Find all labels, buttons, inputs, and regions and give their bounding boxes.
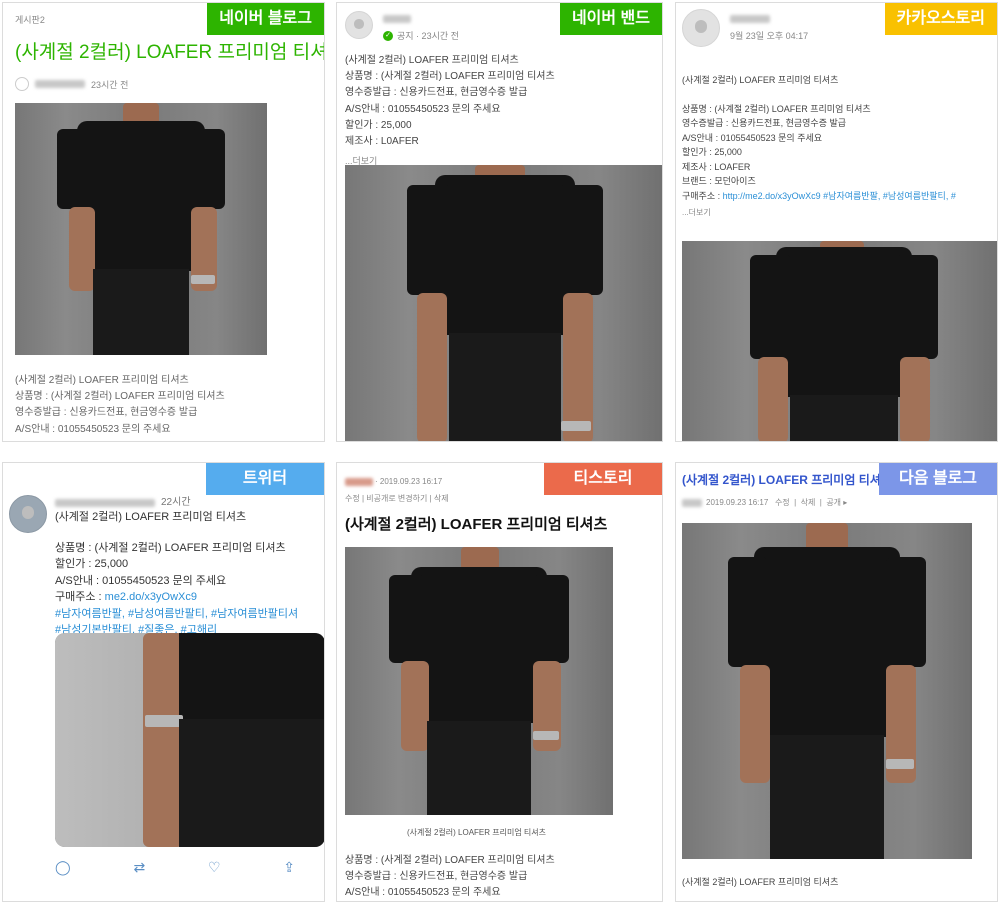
product-photo[interactable] bbox=[55, 633, 324, 847]
body-line: 할인가 : 25,000 bbox=[682, 147, 742, 158]
hashtags-line[interactable]: #남자여름반팔, #남성여름반팔티, #남자여름반팔티셔 bbox=[55, 606, 298, 623]
kakao-story-badge: 카카오스토리 bbox=[884, 3, 997, 35]
post-date: · 2019.09.23 16:17 bbox=[375, 477, 443, 486]
post-body: 상품명 : (사계절 2컬러) LOAFER 프리미엄 티셔츠 영수증발급 : … bbox=[345, 853, 555, 901]
twitter-panel: 트위터 22시간 (사계절 2컬러) LOAFER 프리미엄 티셔츠 상품명 :… bbox=[2, 462, 325, 902]
body-line: 제조사 : L0AFER bbox=[345, 135, 419, 147]
tistory-panel: 티스토리 · 2019.09.23 16:17 수정 | 비공개로 변경하기 |… bbox=[336, 462, 663, 902]
body-line: A/S안내 : 01055450523 문의 주세요 bbox=[345, 103, 501, 115]
author-name bbox=[35, 80, 85, 88]
body-line bbox=[682, 88, 956, 102]
naver-band-badge: 네이버 밴드 bbox=[559, 3, 662, 35]
product-photo[interactable] bbox=[345, 547, 613, 815]
product-photo[interactable] bbox=[682, 523, 972, 859]
body-line: A/S안내 : 01055450523 문의 주세요 bbox=[55, 574, 227, 587]
body-line: 영수증발급 : 신용카드전표, 현금영수증 발급 bbox=[15, 407, 198, 419]
reply-icon[interactable]: ◯ bbox=[55, 859, 71, 876]
more-link[interactable]: ...더보기 bbox=[682, 207, 956, 218]
daum-blog-badge: 다음 블로그 bbox=[879, 463, 997, 495]
post-title[interactable]: (사계절 2컬러) LOAFER 프리미엄 티셔츠 bbox=[15, 37, 324, 64]
body-line: A/S안내 : 01055450523 문의 주세요 bbox=[15, 423, 171, 435]
body-line: 상품명 : (사계절 2컬러) LOAFER 프리미엄 티셔츠 bbox=[345, 855, 555, 866]
body-line bbox=[55, 526, 298, 540]
retweet-icon[interactable]: ⇄ bbox=[133, 859, 145, 876]
body-line: 할인가 : 25,000 bbox=[55, 558, 129, 570]
post-date: 9월 23일 오후 04:17 bbox=[730, 31, 809, 41]
post-actions[interactable]: 수정 | 비공개로 변경하기 | 삭제 bbox=[345, 493, 449, 504]
image-caption: (사계절 2컬러) LOAFER 프리미엄 티셔츠 bbox=[682, 877, 839, 887]
author-name bbox=[55, 499, 155, 508]
product-photo[interactable] bbox=[15, 103, 267, 355]
avatar[interactable] bbox=[682, 9, 720, 47]
share-icon[interactable]: ⇪ bbox=[283, 859, 295, 876]
body-line: 영수증발급 : 신용카드전표, 현금영수증 발급 bbox=[345, 87, 528, 99]
post-meta: 2019.09.23 16:17 수정 | 삭제 | 공개 ▸ bbox=[682, 497, 847, 508]
naver-blog-badge: 네이버 블로그 bbox=[207, 3, 324, 35]
notice-row: ✓ 공지 · 23시간 전 bbox=[383, 29, 459, 42]
body-line: (사계절 2컬러) LOAFER 프리미엄 티셔츠 bbox=[55, 511, 247, 523]
naver-blog-panel: 네이버 블로그 게시판2 (사계절 2컬러) LOAFER 프리미엄 티셔츠 2… bbox=[2, 2, 325, 442]
author-row: 23시간 전 bbox=[15, 77, 128, 91]
post-title[interactable]: (사계절 2컬러) LOAFER 프리미엄 티셔츠 bbox=[345, 513, 607, 534]
twitter-badge: 트위터 bbox=[206, 463, 324, 495]
naver-band-panel: 네이버 밴드 ✓ 공지 · 23시간 전 (사계절 2컬러) LOAFER 프리… bbox=[336, 2, 663, 442]
kakao-story-panel: 카카오스토리 9월 23일 오후 04:17 (사계절 2컬러) LOAFER … bbox=[675, 2, 998, 442]
blog-category[interactable]: 게시판2 bbox=[15, 13, 45, 26]
body-line: (사계절 2컬러) LOAFER 프리미엄 티셔츠 bbox=[682, 75, 839, 85]
buy-line: 구매주소 : http://me2.do/x3yOwXc9 #남자여름반팔, #… bbox=[682, 189, 956, 204]
like-icon[interactable]: ♡ bbox=[208, 859, 221, 876]
post-title[interactable]: (사계절 2컬러) LOAFER 프리미엄 티셔츠 bbox=[682, 471, 892, 488]
body-line: 상품명 : (사계절 2컬러) LOAFER 프리미엄 티셔츠 bbox=[682, 103, 871, 114]
author-name bbox=[730, 15, 770, 23]
body-line: 상품명 : (사계절 2컬러) LOAFER 프리미엄 티셔츠 bbox=[55, 541, 286, 554]
body-line: 영수증발급 : 신용카드전표, 현금영수증 발급 bbox=[345, 871, 528, 883]
body-line: A/S안내 : 01055450523 문의 주세요 bbox=[682, 132, 823, 143]
post-body: (사계절 2컬러) LOAFER 프리미엄 티셔츠 상품명 : (사계절 2컬러… bbox=[682, 73, 956, 218]
tistory-badge: 티스토리 bbox=[544, 463, 662, 495]
tweet-actions: ◯ ⇄ ♡ ⇪ bbox=[55, 859, 295, 876]
buy-label: 구매주소 : bbox=[55, 591, 105, 603]
buy-label: 구매주소 : bbox=[682, 191, 723, 202]
post-body: (사계절 2컬러) LOAFER 프리미엄 티셔츠 상품명 : (사계절 2컬러… bbox=[15, 373, 225, 438]
product-photo[interactable] bbox=[682, 241, 997, 441]
avatar[interactable] bbox=[345, 11, 373, 39]
notice-time: 공지 · 23시간 전 bbox=[397, 31, 459, 41]
product-photo[interactable] bbox=[345, 165, 662, 441]
buy-line: 구매주소 : me2.do/x3yOwXc9 bbox=[55, 589, 298, 606]
blog-name bbox=[345, 477, 373, 486]
tweet-body: (사계절 2컬러) LOAFER 프리미엄 티셔츠 상품명 : (사계절 2컬러… bbox=[55, 509, 298, 639]
body-line: (사계절 2컬러) LOAFER 프리미엄 티셔츠 bbox=[345, 55, 519, 66]
meta-text[interactable]: 2019.09.23 16:17 수정 | 삭제 | 공개 ▸ bbox=[706, 497, 847, 508]
user-icon bbox=[15, 77, 29, 91]
body-line: 제조사 : LOAFER bbox=[682, 161, 751, 172]
body-line: 브랜드 : 모던아이즈 bbox=[682, 176, 756, 187]
avatar[interactable] bbox=[9, 495, 47, 533]
author-name bbox=[682, 498, 702, 507]
daum-blog-panel: 다음 블로그 (사계절 2컬러) LOAFER 프리미엄 티셔츠 2019.09… bbox=[675, 462, 998, 902]
body-line: A/S안내 : 01055450523 문의 주세요 bbox=[345, 887, 501, 899]
body-line: 상품명 : (사계절 2컬러) LOAFER 프리미엄 티셔츠 bbox=[15, 391, 225, 403]
author-name bbox=[383, 15, 411, 23]
body-line: 할인가 : 25,000 bbox=[345, 119, 412, 131]
buy-link[interactable]: me2.do/x3yOwXc9 bbox=[105, 591, 197, 603]
post-meta: · 2019.09.23 16:17 bbox=[345, 477, 442, 486]
image-caption: (사계절 2컬러) LOAFER 프리미엄 티셔츠 bbox=[407, 828, 546, 837]
body-line: (사계절 2컬러) LOAFER 프리미엄 티셔츠 bbox=[15, 375, 189, 386]
check-icon: ✓ bbox=[383, 30, 393, 41]
buy-link[interactable]: http://me2.do/x3yOwXc9 #남자여름반팔, #남성여름반팔티… bbox=[723, 191, 956, 201]
body-line: 상품명 : (사계절 2컬러) LOAFER 프리미엄 티셔츠 bbox=[345, 71, 555, 83]
post-time: 23시간 전 bbox=[91, 79, 129, 90]
body-line: 영수증발급 : 신용카드전표, 현금영수증 발급 bbox=[682, 118, 847, 129]
post-body: (사계절 2컬러) LOAFER 프리미엄 티셔츠 상품명 : (사계절 2컬러… bbox=[345, 53, 555, 167]
